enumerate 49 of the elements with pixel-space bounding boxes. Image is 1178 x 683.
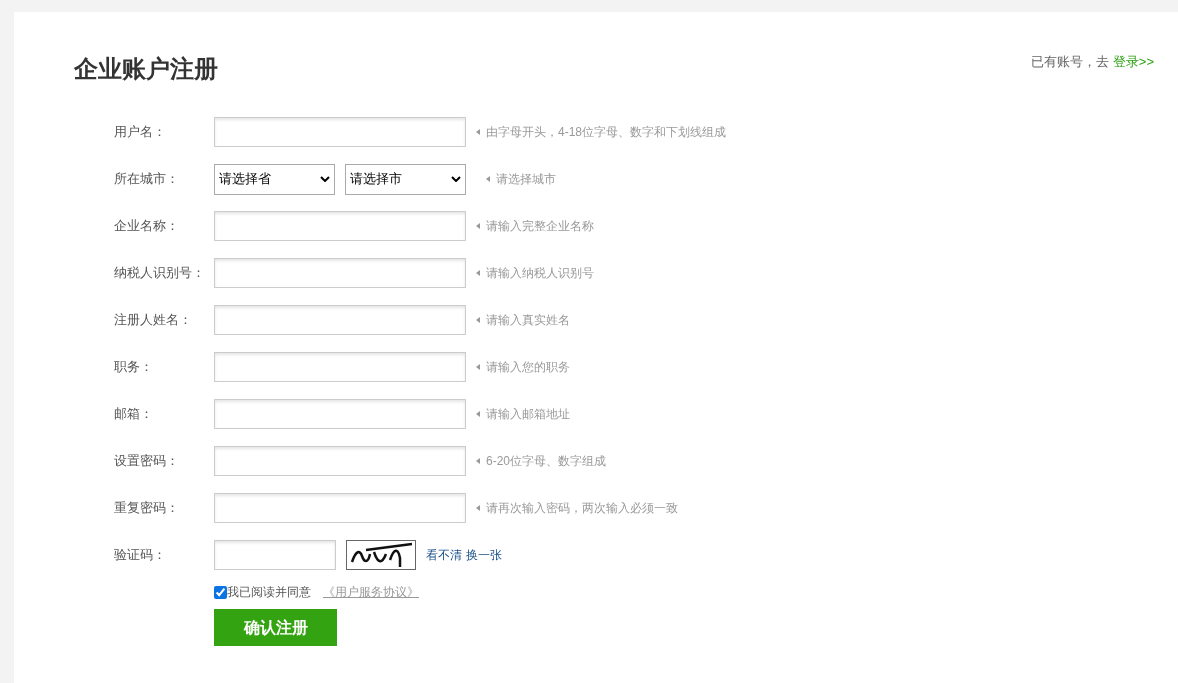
field-label: 所在城市： bbox=[114, 170, 180, 189]
field-hint: 请输入邮箱地址 bbox=[486, 406, 570, 423]
triangle-icon bbox=[476, 317, 480, 323]
refresh-link[interactable]: 换一张 bbox=[466, 546, 502, 564]
caret-icon bbox=[320, 176, 330, 182]
field-hint: 请再次输入密码，两次输入必须一致 bbox=[486, 500, 678, 517]
field-label: 验证码： bbox=[114, 546, 167, 565]
field-hint: 由字母开头，4-18位字母、数字和下划线组成 bbox=[486, 124, 727, 141]
unclear-link[interactable]: 看不清 bbox=[426, 546, 462, 564]
input-field[interactable] bbox=[214, 258, 466, 288]
dropdown[interactable]: 请选择市 bbox=[345, 163, 466, 195]
captcha-image bbox=[346, 540, 416, 570]
triangle-icon bbox=[476, 270, 480, 276]
caret-icon bbox=[451, 176, 461, 182]
login-link[interactable]: 登录>> bbox=[1112, 52, 1154, 72]
triangle-icon bbox=[476, 411, 480, 417]
dropdown[interactable]: 请选择省 bbox=[214, 163, 335, 195]
triangle-icon bbox=[476, 364, 480, 370]
page-title: 企业账户注册 bbox=[74, 54, 218, 84]
field-label: 用户名： bbox=[114, 123, 167, 142]
field-label: 邮箱： bbox=[114, 405, 154, 424]
input-field[interactable] bbox=[214, 211, 466, 241]
field-label: 重复密码： bbox=[114, 499, 180, 518]
field-hint: 请选择城市 bbox=[496, 171, 556, 188]
input-field[interactable] bbox=[214, 446, 466, 476]
field-label: 注册人姓名： bbox=[114, 311, 193, 330]
field-hint: 请输入您的职务 bbox=[486, 359, 570, 376]
field-label: 纳税人识别号： bbox=[114, 264, 206, 283]
field-label: 企业名称： bbox=[114, 217, 180, 236]
triangle-icon bbox=[476, 129, 480, 135]
triangle-icon bbox=[476, 223, 480, 229]
login-prompt: 已有账号，去 bbox=[1030, 53, 1109, 71]
field-hint: 6-20位字母、数字组成 bbox=[486, 453, 607, 470]
agree-checkbox[interactable] bbox=[214, 585, 227, 599]
field-hint: 请输入真实姓名 bbox=[486, 312, 570, 329]
captcha-input[interactable] bbox=[214, 540, 336, 570]
triangle-icon bbox=[476, 505, 480, 511]
field-label: 设置密码： bbox=[114, 452, 180, 471]
triangle-icon bbox=[486, 176, 490, 182]
input-field[interactable] bbox=[214, 493, 466, 523]
input-field[interactable] bbox=[214, 305, 466, 335]
input-field[interactable] bbox=[214, 352, 466, 382]
input-field[interactable] bbox=[214, 117, 466, 147]
triangle-icon bbox=[476, 458, 480, 464]
field-hint: 请输入纳税人识别号 bbox=[486, 265, 594, 282]
field-label: 职务： bbox=[114, 358, 154, 377]
agreement-text: 我已阅读并同意 bbox=[227, 584, 311, 601]
field-hint: 请输入完整企业名称 bbox=[486, 218, 594, 235]
input-field[interactable] bbox=[214, 399, 466, 429]
